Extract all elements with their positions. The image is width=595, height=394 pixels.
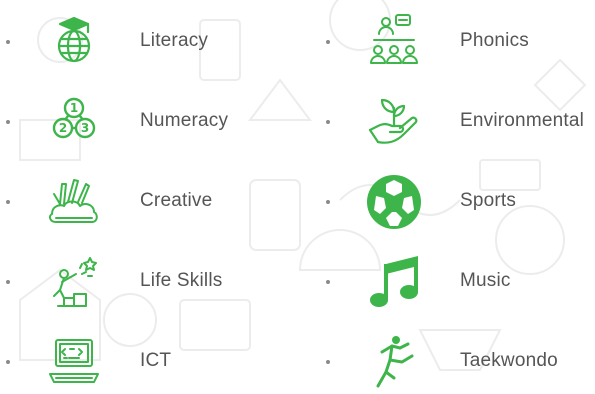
activity-list: Literacy Phonics 1 2 3 Numeracy Environm… — [0, 0, 595, 394]
activity-label: Phonics — [460, 30, 529, 51]
music-note-icon — [366, 254, 422, 310]
svg-text:3: 3 — [81, 121, 89, 135]
laptop-code-icon — [46, 334, 102, 390]
activity-label: Literacy — [140, 30, 209, 51]
activity-label: Life Skills — [140, 270, 223, 291]
bullet — [6, 280, 10, 284]
art-supplies-icon — [46, 174, 102, 230]
soccer-ball-icon — [366, 174, 422, 230]
graduation-globe-icon — [46, 14, 102, 70]
bullet — [326, 280, 330, 284]
bullet — [326, 200, 330, 204]
activity-label: Creative — [140, 190, 213, 211]
bullet — [6, 120, 10, 124]
activity-label: Environmental — [460, 110, 585, 131]
bullet — [6, 200, 10, 204]
numbers-123-icon: 1 2 3 — [46, 94, 102, 150]
svg-text:1: 1 — [70, 101, 78, 115]
bullet — [326, 360, 330, 364]
reaching-star-icon — [46, 254, 102, 310]
bullet — [326, 120, 330, 124]
activity-label: Taekwondo — [460, 350, 558, 371]
activity-label: Music — [460, 270, 511, 291]
teacher-students-icon — [366, 14, 422, 70]
bullet — [6, 360, 10, 364]
bullet — [6, 40, 10, 44]
svg-text:2: 2 — [59, 121, 67, 135]
activity-label: Sports — [460, 190, 517, 211]
activity-label: ICT — [140, 350, 172, 371]
hand-plant-icon — [366, 94, 422, 150]
martial-arts-kick-icon — [366, 334, 422, 390]
activity-label: Numeracy — [140, 110, 229, 131]
bullet — [326, 40, 330, 44]
